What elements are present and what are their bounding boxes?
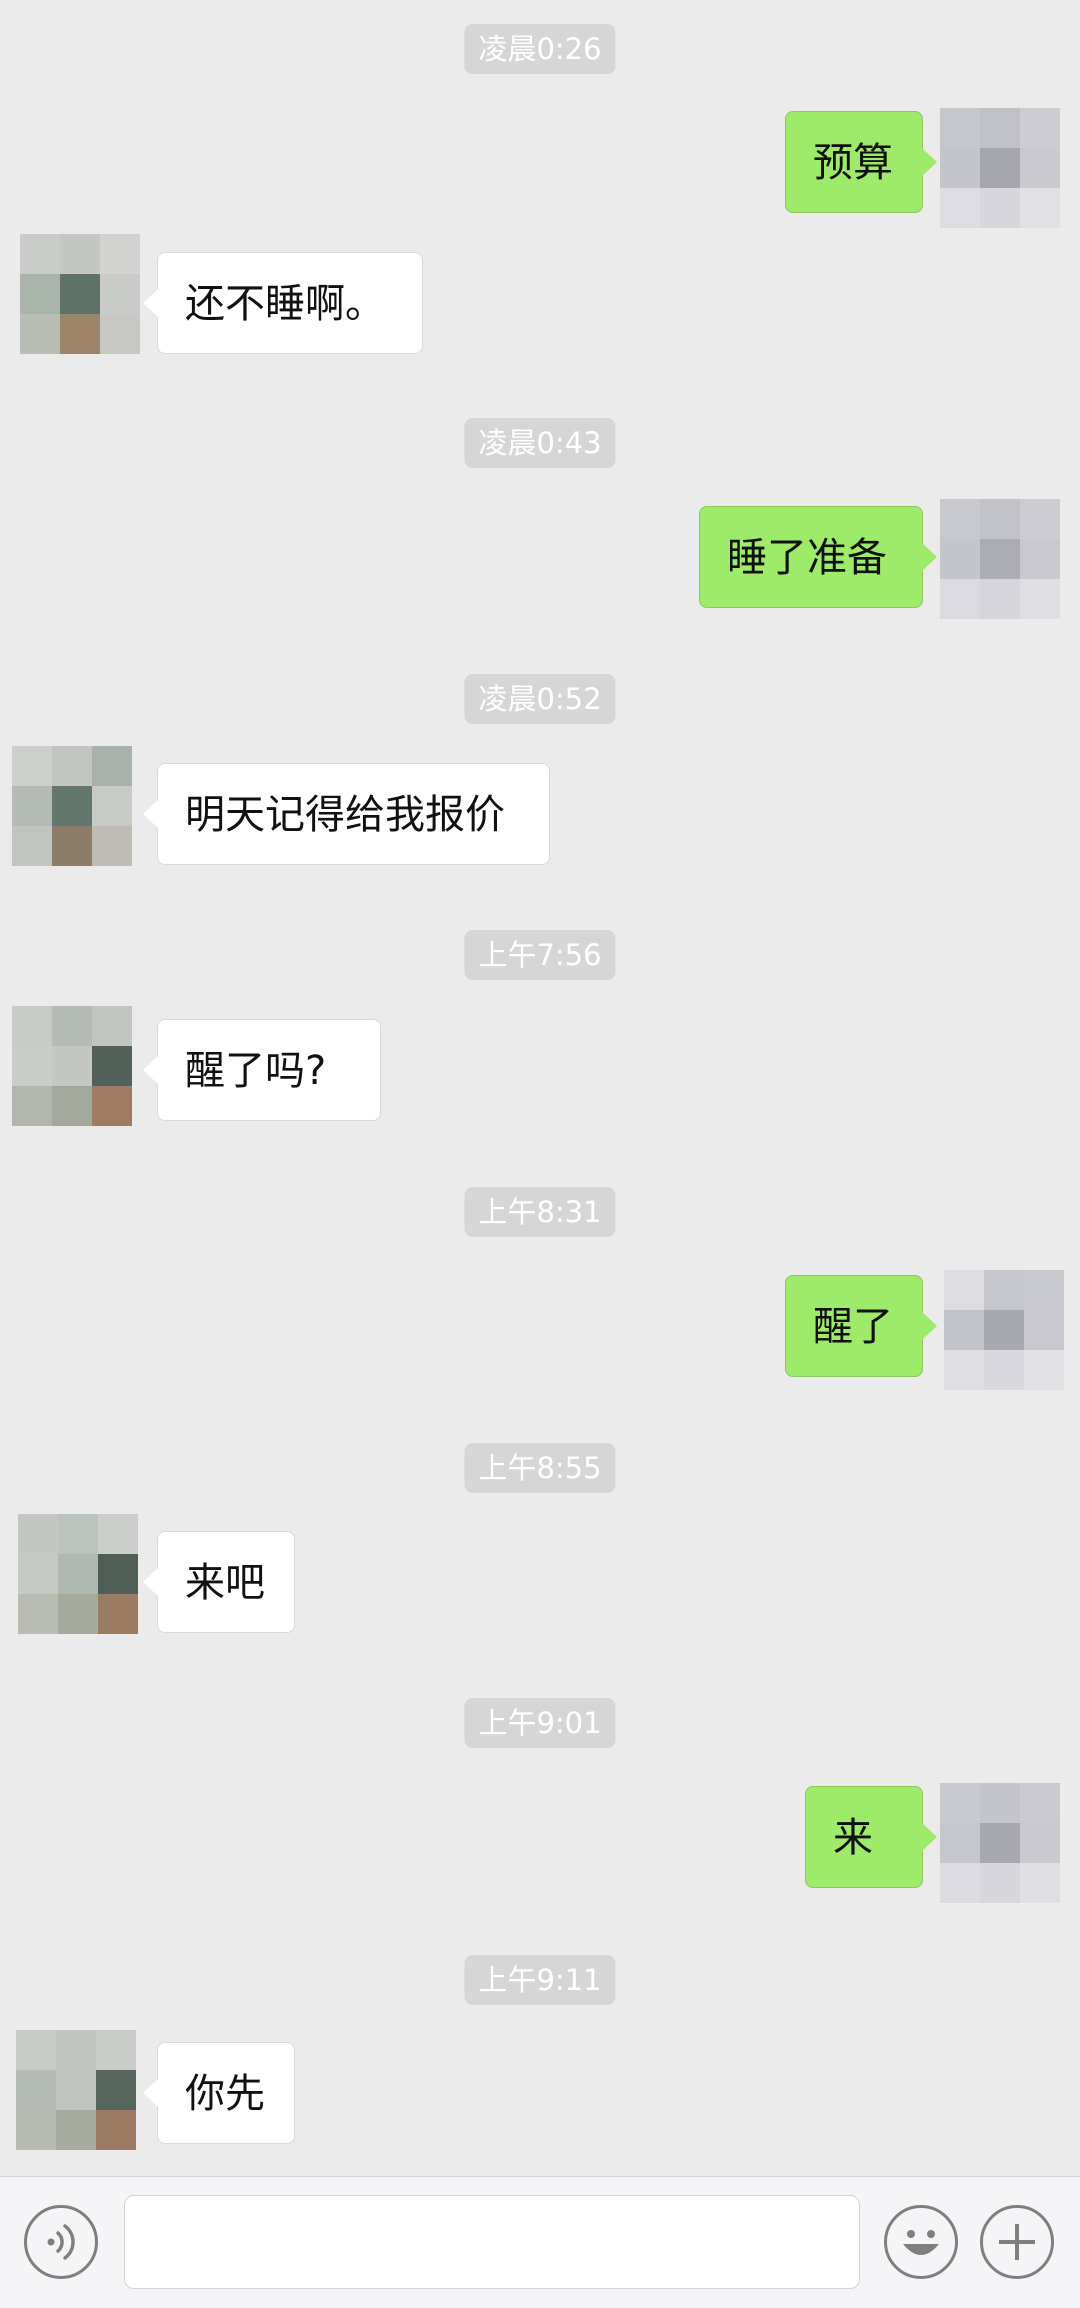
chat-area[interactable]: 凌晨0:26 凌晨0:43 凌晨0:52 上午7:56 上午8:31 上午8:5…: [0, 0, 1080, 2176]
incoming-message-bubble[interactable]: 你先: [143, 2042, 295, 2144]
timestamp: 上午7:56: [464, 930, 616, 980]
timestamp: 凌晨0:26: [464, 24, 616, 74]
input-bar: [0, 2176, 1080, 2308]
outgoing-message-bubble[interactable]: 睡了准备: [699, 506, 937, 608]
self-avatar[interactable]: [940, 499, 1060, 619]
self-avatar[interactable]: [940, 1783, 1060, 1903]
incoming-message-bubble[interactable]: 来吧: [143, 1531, 295, 1633]
voice-button[interactable]: [24, 2205, 98, 2279]
incoming-message-bubble[interactable]: 醒了吗?: [143, 1019, 381, 1121]
emoji-icon: [903, 2230, 939, 2255]
contact-avatar[interactable]: [18, 1514, 138, 1634]
plus-icon: [999, 2224, 1035, 2260]
incoming-message-bubble[interactable]: 明天记得给我报价: [143, 763, 550, 865]
timestamp: 上午8:31: [464, 1187, 616, 1237]
contact-avatar[interactable]: [12, 746, 132, 866]
contact-avatar[interactable]: [12, 1006, 132, 1126]
self-avatar[interactable]: [944, 1270, 1064, 1390]
timestamp: 上午9:01: [464, 1698, 616, 1748]
timestamp: 上午8:55: [464, 1443, 616, 1493]
outgoing-message-bubble[interactable]: 醒了: [785, 1275, 937, 1377]
self-avatar[interactable]: [940, 108, 1060, 228]
voice-icon: [47, 2224, 75, 2260]
outgoing-message-bubble[interactable]: 预算: [785, 111, 937, 213]
timestamp: 凌晨0:43: [464, 418, 616, 468]
message-input[interactable]: [124, 2195, 860, 2289]
emoji-button[interactable]: [884, 2205, 958, 2279]
contact-avatar[interactable]: [20, 234, 140, 354]
contact-avatar[interactable]: [16, 2030, 136, 2150]
more-button[interactable]: [980, 2205, 1054, 2279]
timestamp: 上午9:11: [464, 1955, 616, 2005]
incoming-message-bubble[interactable]: 还不睡啊。: [143, 252, 423, 354]
timestamp: 凌晨0:52: [464, 674, 616, 724]
outgoing-message-bubble[interactable]: 来: [805, 1786, 937, 1888]
